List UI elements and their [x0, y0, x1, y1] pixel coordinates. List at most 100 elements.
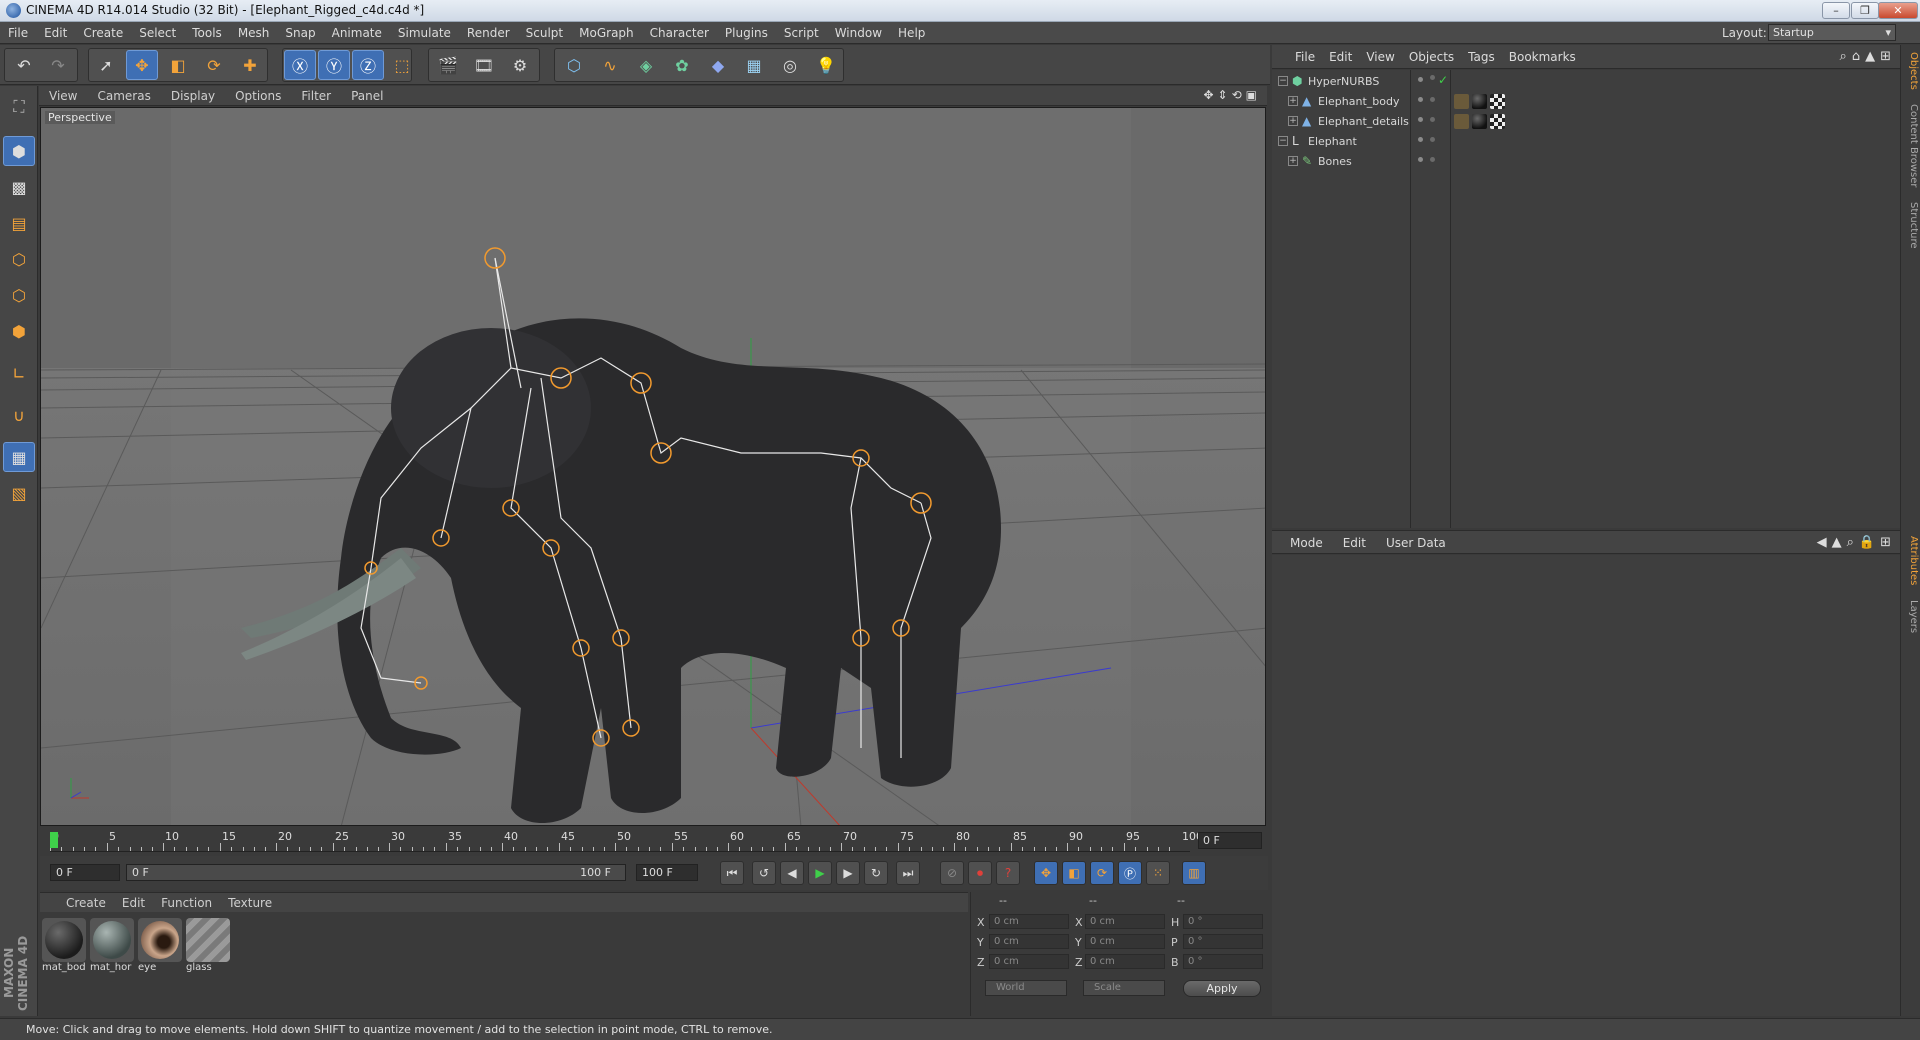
search-icon[interactable]: ⌕	[1847, 535, 1859, 550]
points-mode-icon[interactable]: ⬡	[3, 244, 35, 274]
undo-icon[interactable]: ↶	[8, 50, 40, 80]
viewport-menu-cameras[interactable]: Cameras	[87, 86, 160, 106]
material-tag-icon[interactable]	[1472, 94, 1487, 109]
viewport-menu-view[interactable]: View	[39, 86, 87, 106]
layout-select[interactable]: Startup ▾	[1768, 24, 1896, 41]
weight-tag-icon[interactable]	[1454, 114, 1469, 129]
key-position-icon[interactable]: ✥	[1034, 861, 1058, 885]
snapping-icon[interactable]: ∪	[3, 400, 35, 430]
tab-structure[interactable]: Structure	[1903, 197, 1919, 253]
viewport-menu-options[interactable]: Options	[225, 86, 291, 106]
tab-content-browser[interactable]: Content Browser	[1903, 101, 1919, 191]
lock-icon[interactable]: 🔒	[1859, 535, 1880, 550]
model-mode-icon[interactable]: ⬢	[3, 136, 35, 166]
tree-item-bones[interactable]: + ✎ Bones	[1272, 152, 1900, 172]
size-y-field[interactable]: 0 cm	[1085, 934, 1165, 949]
next-key-icon[interactable]: ↻	[864, 861, 888, 885]
menu-sculpt[interactable]: Sculpt	[518, 22, 571, 44]
key-pla-icon[interactable]: ⁙	[1146, 861, 1170, 885]
minimize-button[interactable]: –	[1822, 2, 1850, 19]
axis-mode-icon[interactable]: ∟	[3, 358, 35, 388]
menu-mograph[interactable]: MoGraph	[571, 22, 642, 44]
new-window-icon[interactable]: ⊞	[1880, 49, 1896, 64]
uvw-tag-icon[interactable]	[1490, 94, 1505, 109]
texture-mode-icon[interactable]: ▩	[3, 172, 35, 202]
material-swatch[interactable]: mat_hor	[90, 918, 134, 978]
polygons-mode-icon[interactable]: ⬢	[3, 316, 35, 346]
search-icon[interactable]: ⌕	[1840, 49, 1852, 64]
material-menu-function[interactable]: Function	[153, 893, 220, 913]
back-arrow-icon[interactable]: ◀	[1817, 535, 1832, 550]
attribute-menu-edit[interactable]: Edit	[1333, 531, 1376, 555]
viewport-menu-panel[interactable]: Panel	[341, 86, 393, 106]
timeline-window-icon[interactable]: ▥	[1182, 861, 1206, 885]
menu-simulate[interactable]: Simulate	[390, 22, 459, 44]
render-settings-icon[interactable]: ⚙	[504, 50, 536, 80]
menu-help[interactable]: Help	[890, 22, 933, 44]
nurbs-icon[interactable]: ◈	[630, 50, 662, 80]
menu-character[interactable]: Character	[642, 22, 717, 44]
up-arrow-icon[interactable]: ▲	[1832, 535, 1847, 550]
enabled-check-icon[interactable]: ✓	[1438, 73, 1448, 87]
rotate-tool-icon[interactable]: ⟳	[198, 50, 230, 80]
object-menu-tags[interactable]: Tags	[1461, 45, 1502, 69]
editor-visibility-dot[interactable]	[1418, 157, 1423, 162]
key-parameter-icon[interactable]: Ⓟ	[1118, 861, 1142, 885]
make-editable-icon[interactable]: ⛶	[3, 92, 35, 122]
editor-visibility-dot[interactable]	[1418, 117, 1423, 122]
close-button[interactable]: ✕	[1878, 2, 1918, 19]
viewport-menu-display[interactable]: Display	[161, 86, 225, 106]
current-frame-field[interactable]: 0 F	[1198, 832, 1262, 849]
menu-snap[interactable]: Snap	[277, 22, 323, 44]
y-axis-lock-icon[interactable]: Ⓨ	[318, 50, 350, 80]
attribute-menu-mode[interactable]: Mode	[1280, 531, 1333, 555]
render-view-icon[interactable]: 🎬	[432, 50, 464, 80]
scale-tool-icon[interactable]: ◧	[162, 50, 194, 80]
attribute-manager-tool-icons[interactable]: ◀▲⌕🔒⊞	[1817, 535, 1896, 550]
object-manager-tool-icons[interactable]: ⌕⌂▲⊞	[1840, 49, 1896, 64]
rotation-b-field[interactable]: 0 °	[1183, 954, 1263, 969]
frame-range-slider[interactable]: 0 F 100 F	[126, 864, 626, 881]
position-x-field[interactable]: 0 cm	[989, 914, 1069, 929]
play-forward-icon[interactable]: ▶	[808, 861, 832, 885]
array-icon[interactable]: ✿	[666, 50, 698, 80]
render-visibility-dot[interactable]	[1430, 97, 1435, 102]
menu-select[interactable]: Select	[131, 22, 184, 44]
object-menu-file[interactable]: File	[1288, 45, 1322, 69]
editor-visibility-dot[interactable]	[1418, 137, 1423, 142]
up-icon[interactable]: ▲	[1865, 49, 1880, 64]
editor-visibility-dot[interactable]	[1418, 97, 1423, 102]
new-window-icon[interactable]: ⊞	[1880, 535, 1896, 550]
size-mode-select[interactable]: Scale	[1083, 980, 1165, 996]
cube-primitive-icon[interactable]: ⬡	[558, 50, 590, 80]
menu-script[interactable]: Script	[776, 22, 827, 44]
material-menu-texture[interactable]: Texture	[220, 893, 280, 913]
tree-item-elephant[interactable]: − L Elephant	[1272, 132, 1900, 152]
locked-workplane-icon[interactable]: ▧	[3, 478, 35, 508]
autokeying-icon[interactable]: ⏺	[968, 861, 992, 885]
expand-toggle[interactable]: +	[1288, 156, 1298, 166]
go-to-end-icon[interactable]: ⏭	[896, 861, 920, 885]
editor-visibility-dot[interactable]	[1418, 77, 1423, 82]
end-frame-field[interactable]: 100 F	[636, 864, 698, 881]
z-axis-lock-icon[interactable]: Ⓩ	[352, 50, 384, 80]
key-scale-icon[interactable]: ◧	[1062, 861, 1086, 885]
camera-icon[interactable]: ◎	[774, 50, 806, 80]
previous-frame-icon[interactable]: ◀	[780, 861, 804, 885]
collapse-toggle[interactable]: −	[1278, 136, 1288, 146]
menu-tools[interactable]: Tools	[184, 22, 230, 44]
keyframe-selection-icon[interactable]: ?	[996, 861, 1020, 885]
attribute-menu-user-data[interactable]: User Data	[1376, 531, 1456, 555]
rotation-p-field[interactable]: 0 °	[1183, 934, 1263, 949]
uvw-tag-icon[interactable]	[1490, 114, 1505, 129]
position-y-field[interactable]: 0 cm	[989, 934, 1069, 949]
go-to-start-icon[interactable]: ⏮	[720, 861, 744, 885]
render-visibility-dot[interactable]	[1430, 137, 1435, 142]
workplane-icon[interactable]: ▦	[3, 442, 35, 472]
material-swatch[interactable]: eye	[138, 918, 182, 978]
object-menu-view[interactable]: View	[1359, 45, 1401, 69]
position-z-field[interactable]: 0 cm	[989, 954, 1069, 969]
material-swatch[interactable]: mat_bod	[42, 918, 86, 978]
material-menu-edit[interactable]: Edit	[114, 893, 153, 913]
size-x-field[interactable]: 0 cm	[1085, 914, 1165, 929]
